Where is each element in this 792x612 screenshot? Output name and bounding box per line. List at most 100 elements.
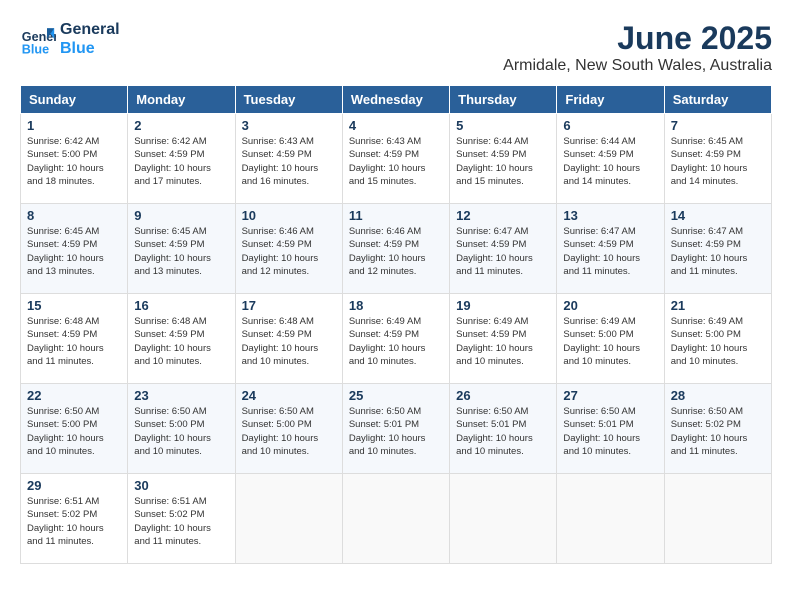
day-cell: 26 Sunrise: 6:50 AMSunset: 5:01 PMDayligh… [450,384,557,474]
calendar: SundayMondayTuesdayWednesdayThursdayFrid… [20,85,772,564]
day-number: 20 [563,298,657,313]
day-number: 14 [671,208,765,223]
header-cell-tuesday: Tuesday [235,86,342,114]
logo-icon: General Blue [20,21,56,57]
header-cell-wednesday: Wednesday [342,86,449,114]
day-cell: 16Sunrise: 6:48 AMSunset: 4:59 PMDayligh… [128,294,235,384]
day-cell: 1 Sunrise: 6:42 AMSunset: 5:00 PMDaylight… [21,114,128,204]
day-info: Sunrise: 6:49 AMSunset: 5:00 PMDaylight:… [563,315,657,368]
day-cell [342,474,449,564]
day-cell: 13Sunrise: 6:47 AMSunset: 4:59 PMDayligh… [557,204,664,294]
day-info: Sunrise: 6:42 AMSunset: 5:00 PMDaylight:… [27,135,121,188]
header-cell-thursday: Thursday [450,86,557,114]
day-info: Sunrise: 6:49 AMSunset: 4:59 PMDaylight:… [349,315,443,368]
day-number: 30 [134,478,228,493]
day-number: 8 [27,208,121,223]
day-number: 5 [456,118,550,133]
day-info: Sunrise: 6:51 AMSunset: 5:02 PMDaylight:… [27,495,121,548]
day-cell: 8Sunrise: 6:45 AMSunset: 4:59 PMDaylight… [21,204,128,294]
day-number: 25 [349,388,443,403]
day-info: Sunrise: 6:51 AMSunset: 5:02 PMDaylight:… [134,495,228,548]
day-number: 29 [27,478,121,493]
day-cell: 12 Sunrise: 6:47 AMSunset: 4:59 PMDayligh… [450,204,557,294]
svg-text:Blue: Blue [22,43,49,57]
day-cell: 10 Sunrise: 6:46 AMSunset: 4:59 PMDayligh… [235,204,342,294]
day-cell: 7Sunrise: 6:45 AMSunset: 4:59 PMDaylight… [664,114,771,204]
calendar-body: 1 Sunrise: 6:42 AMSunset: 5:00 PMDaylight… [21,114,772,564]
day-info: Sunrise: 6:50 AMSunset: 5:02 PMDaylight:… [671,405,765,458]
day-cell: 28Sunrise: 6:50 AMSunset: 5:02 PMDayligh… [664,384,771,474]
day-cell: 9 Sunrise: 6:45 AMSunset: 4:59 PMDaylight… [128,204,235,294]
day-cell [235,474,342,564]
day-info: Sunrise: 6:50 AMSunset: 5:00 PMDaylight:… [27,405,121,458]
day-info: Sunrise: 6:43 AMSunset: 4:59 PMDaylight:… [242,135,336,188]
day-cell: 4 Sunrise: 6:43 AMSunset: 4:59 PMDaylight… [342,114,449,204]
day-info: Sunrise: 6:45 AMSunset: 4:59 PMDaylight:… [134,225,228,278]
day-info: Sunrise: 6:49 AMSunset: 4:59 PMDaylight:… [456,315,550,368]
header-cell-sunday: Sunday [21,86,128,114]
day-cell: 22 Sunrise: 6:50 AMSunset: 5:00 PMDayligh… [21,384,128,474]
day-info: Sunrise: 6:47 AMSunset: 4:59 PMDaylight:… [456,225,550,278]
day-cell: 30 Sunrise: 6:51 AMSunset: 5:02 PMDayligh… [128,474,235,564]
header-cell-monday: Monday [128,86,235,114]
location-title: Armidale, New South Wales, Australia [503,57,772,75]
day-info: Sunrise: 6:45 AMSunset: 4:59 PMDaylight:… [671,135,765,188]
day-number: 4 [349,118,443,133]
day-cell: 23 Sunrise: 6:50 AMSunset: 5:00 PMDayligh… [128,384,235,474]
day-info: Sunrise: 6:50 AMSunset: 5:01 PMDaylight:… [563,405,657,458]
day-cell [557,474,664,564]
day-info: Sunrise: 6:46 AMSunset: 4:59 PMDaylight:… [242,225,336,278]
day-info: Sunrise: 6:50 AMSunset: 5:00 PMDaylight:… [134,405,228,458]
day-info: Sunrise: 6:50 AMSunset: 5:01 PMDaylight:… [349,405,443,458]
month-title: June 2025 [503,20,772,57]
day-cell: 5Sunrise: 6:44 AMSunset: 4:59 PMDaylight… [450,114,557,204]
day-cell: 6Sunrise: 6:44 AMSunset: 4:59 PMDaylight… [557,114,664,204]
day-number: 3 [242,118,336,133]
day-info: Sunrise: 6:49 AMSunset: 5:00 PMDaylight:… [671,315,765,368]
logo: General Blue General Blue [20,20,120,58]
day-info: Sunrise: 6:48 AMSunset: 4:59 PMDaylight:… [242,315,336,368]
day-cell: 19Sunrise: 6:49 AMSunset: 4:59 PMDayligh… [450,294,557,384]
week-row-3: 15Sunrise: 6:48 AMSunset: 4:59 PMDayligh… [21,294,772,384]
day-cell: 14Sunrise: 6:47 AMSunset: 4:59 PMDayligh… [664,204,771,294]
day-number: 27 [563,388,657,403]
day-cell: 29 Sunrise: 6:51 AMSunset: 5:02 PMDayligh… [21,474,128,564]
day-number: 26 [456,388,550,403]
header-cell-saturday: Saturday [664,86,771,114]
day-cell: 25 Sunrise: 6:50 AMSunset: 5:01 PMDayligh… [342,384,449,474]
day-number: 17 [242,298,336,313]
day-cell: 20 Sunrise: 6:49 AMSunset: 5:00 PMDayligh… [557,294,664,384]
week-row-5: 29 Sunrise: 6:51 AMSunset: 5:02 PMDayligh… [21,474,772,564]
day-number: 1 [27,118,121,133]
day-number: 10 [242,208,336,223]
week-row-2: 8 Sunrise: 6:45 AMSunset: 4:59 PMDaylight… [21,204,772,294]
day-number: 18 [349,298,443,313]
day-cell: 27 Sunrise: 6:50 AMSunset: 5:01 PMDayligh… [557,384,664,474]
day-number: 9 [134,208,228,223]
header-cell-friday: Friday [557,86,664,114]
day-info: Sunrise: 6:44 AMSunset: 4:59 PMDaylight:… [563,135,657,188]
day-info: Sunrise: 6:42 AMSunset: 4:59 PMDaylight:… [134,135,228,188]
calendar-header-row: SundayMondayTuesdayWednesdayThursdayFrid… [21,86,772,114]
day-cell [664,474,771,564]
day-number: 12 [456,208,550,223]
header: General Blue General Blue June 2025 Armi… [20,20,772,75]
day-number: 23 [134,388,228,403]
day-number: 11 [349,208,443,223]
day-number: 22 [27,388,121,403]
day-number: 21 [671,298,765,313]
day-cell: 15Sunrise: 6:48 AMSunset: 4:59 PMDayligh… [21,294,128,384]
day-info: Sunrise: 6:43 AMSunset: 4:59 PMDaylight:… [349,135,443,188]
day-info: Sunrise: 6:48 AMSunset: 4:59 PMDaylight:… [134,315,228,368]
week-row-4: 22 Sunrise: 6:50 AMSunset: 5:00 PMDayligh… [21,384,772,474]
day-info: Sunrise: 6:50 AMSunset: 5:00 PMDaylight:… [242,405,336,458]
day-info: Sunrise: 6:50 AMSunset: 5:01 PMDaylight:… [456,405,550,458]
title-area: June 2025 Armidale, New South Wales, Aus… [503,20,772,75]
day-cell [450,474,557,564]
day-number: 24 [242,388,336,403]
day-info: Sunrise: 6:47 AMSunset: 4:59 PMDaylight:… [563,225,657,278]
day-number: 2 [134,118,228,133]
day-cell: 3 Sunrise: 6:43 AMSunset: 4:59 PMDaylight… [235,114,342,204]
logo-line2: Blue [60,39,120,58]
logo-line1: General [60,20,120,39]
